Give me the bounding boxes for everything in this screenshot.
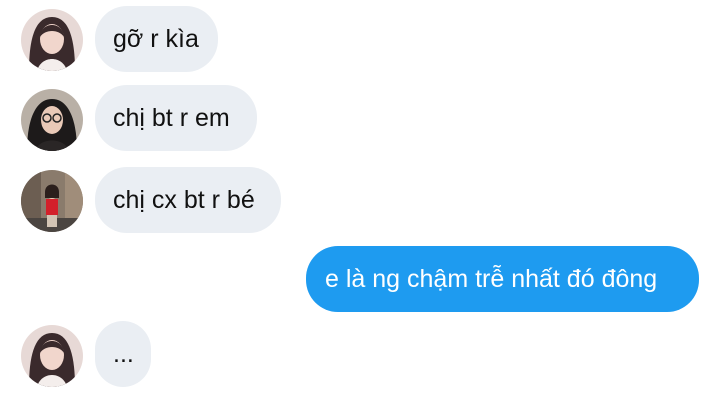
message-bubble-incoming-3[interactable]: chị cx bt r bé	[95, 167, 281, 233]
sender-avatar-1[interactable]	[21, 9, 83, 71]
sender-avatar-3[interactable]	[21, 170, 83, 232]
message-text: gỡ r kìa	[113, 24, 199, 53]
message-text: ...	[113, 339, 134, 368]
sender-avatar-4[interactable]	[21, 325, 83, 387]
chat-screen: { "colors": { "incoming_bubble": "#eaeef…	[0, 0, 720, 405]
message-bubble-incoming-2[interactable]: chị bt r em	[95, 85, 257, 151]
message-bubble-incoming-4[interactable]: ...	[95, 321, 151, 387]
message-bubble-incoming-1[interactable]: gỡ r kìa	[95, 6, 218, 72]
message-text: chị cx bt r bé	[113, 185, 255, 214]
sender-avatar-2[interactable]	[21, 89, 83, 151]
message-text: e là ng chậm trễ nhất đó đông	[325, 264, 658, 293]
message-bubble-outgoing-1[interactable]: e là ng chậm trễ nhất đó đông	[306, 246, 699, 312]
message-text: chị bt r em	[113, 103, 230, 132]
